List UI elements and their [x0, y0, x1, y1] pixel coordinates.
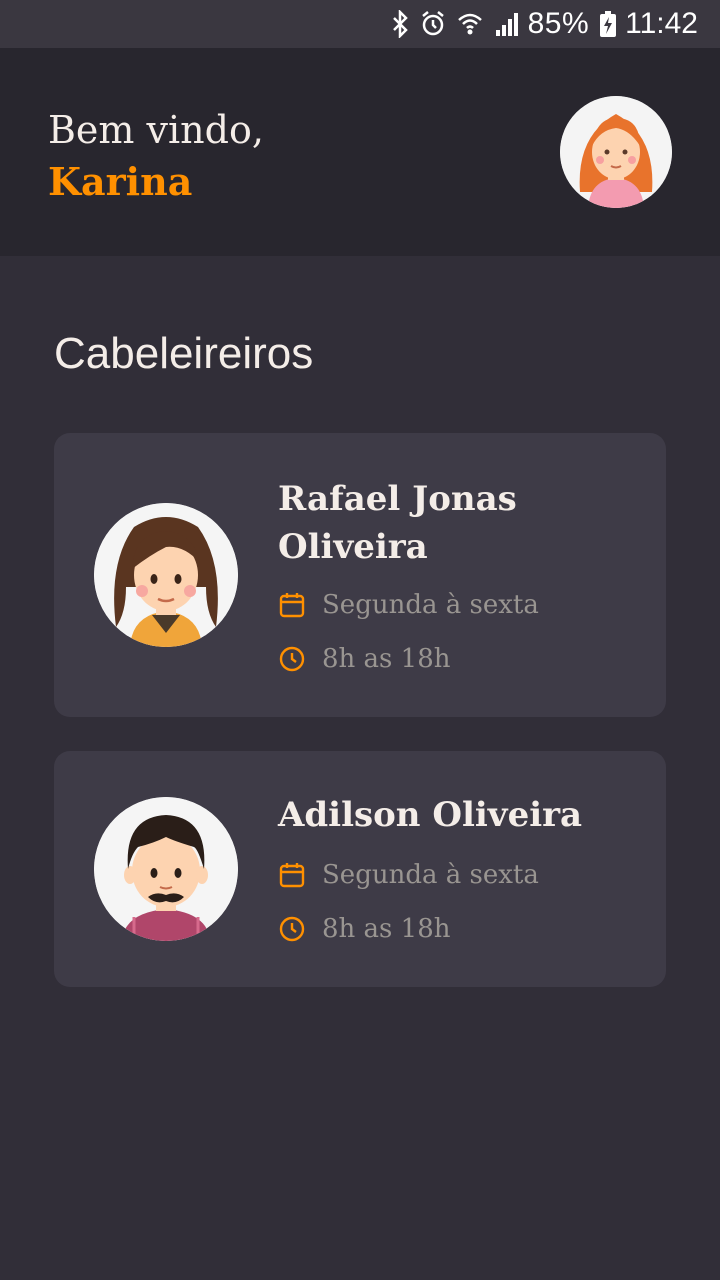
clock: 11:42 — [625, 7, 698, 40]
signal-icon — [494, 10, 520, 38]
bluetooth-icon — [390, 10, 410, 38]
provider-days: Segunda à sexta — [322, 590, 539, 620]
greeting: Bem vindo, — [48, 108, 264, 152]
section-title: Cabeleireiros — [54, 329, 314, 378]
status-bar: 85% 11:42 — [0, 0, 720, 48]
profile-avatar[interactable] — [560, 96, 672, 208]
provider-days-row: Segunda à sexta — [278, 857, 539, 893]
wifi-icon — [456, 10, 484, 38]
provider-avatar — [94, 503, 238, 647]
provider-hours-row: 8h as 18h — [278, 641, 451, 677]
provider-hours-row: 8h as 18h — [278, 911, 451, 947]
provider-avatar — [94, 797, 238, 941]
battery-charging-icon — [599, 10, 617, 38]
provider-hours: 8h as 18h — [322, 914, 451, 944]
provider-days: Segunda à sexta — [322, 860, 539, 890]
provider-card[interactable]: Rafael Jonas Oliveira Segunda à sexta 8h… — [54, 433, 666, 717]
provider-name: Rafael Jonas Oliveira — [278, 479, 517, 567]
alarm-icon — [420, 10, 446, 38]
header: Bem vindo, Karina — [0, 48, 720, 256]
provider-name: Adilson Oliveira — [278, 795, 583, 835]
provider-days-row: Segunda à sexta — [278, 587, 539, 623]
provider-card[interactable]: Adilson Oliveira Segunda à sexta 8h as 1… — [54, 751, 666, 987]
provider-hours: 8h as 18h — [322, 644, 451, 674]
clock-icon — [278, 645, 306, 673]
battery-level: 85% — [527, 7, 590, 40]
calendar-icon — [278, 591, 306, 619]
user-name: Karina — [48, 159, 193, 204]
clock-icon — [278, 915, 306, 943]
calendar-icon — [278, 861, 306, 889]
